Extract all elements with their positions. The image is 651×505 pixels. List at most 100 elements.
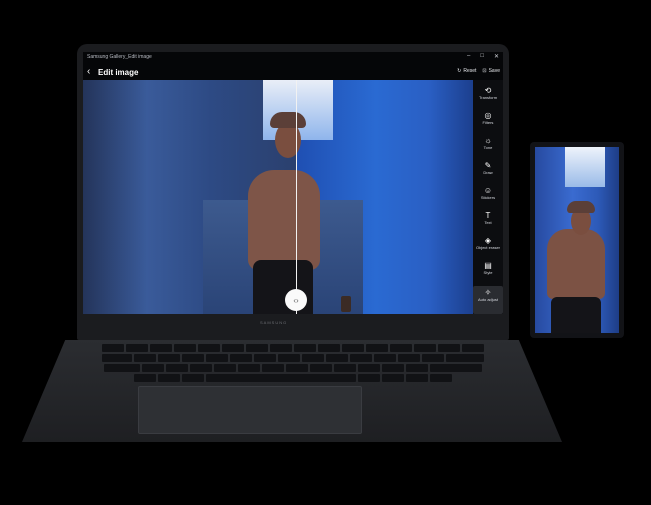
person-bag [341, 296, 351, 312]
tool-draw[interactable]: ✎ Draw [473, 161, 503, 175]
split-arrows-icon: ‹› [293, 295, 299, 305]
key [462, 344, 484, 352]
close-icon[interactable]: ✕ [494, 53, 499, 60]
key [262, 364, 284, 372]
stickers-icon: ☺ [483, 186, 493, 195]
key [142, 364, 164, 372]
key [446, 354, 484, 362]
tool-auto-adjust[interactable]: ✧ Auto adjust [473, 286, 503, 314]
keyboard [70, 344, 516, 384]
touchpad [138, 386, 362, 434]
key [342, 344, 364, 352]
tool-label: Draw [483, 170, 493, 175]
phone-person-legs [551, 297, 601, 333]
key [166, 364, 188, 372]
spacebar [206, 374, 356, 382]
reset-icon: ↻ [457, 68, 462, 74]
tool-label: Stickers [480, 195, 496, 200]
key [422, 354, 444, 362]
draw-icon: ✎ [484, 161, 492, 170]
key [430, 374, 452, 382]
reset-button[interactable]: ↻ Reset [457, 68, 476, 74]
tool-style[interactable]: ▤ Style [473, 261, 503, 275]
key [254, 354, 276, 362]
key [246, 344, 268, 352]
person-figure [248, 170, 320, 270]
tool-object-eraser[interactable]: ◈ Object eraser [473, 236, 503, 250]
key [222, 344, 244, 352]
key [318, 344, 340, 352]
window-controls: – □ ✕ [467, 53, 499, 60]
key [286, 364, 308, 372]
text-icon: T [485, 211, 491, 220]
key [238, 364, 260, 372]
key [150, 344, 172, 352]
key [406, 374, 428, 382]
tool-label: Filters [482, 120, 494, 125]
reset-label: Reset [463, 68, 477, 74]
style-icon: ▤ [484, 261, 492, 270]
keyboard-row [70, 374, 516, 382]
key [310, 364, 332, 372]
key [358, 364, 380, 372]
key [326, 354, 348, 362]
tool-tone[interactable]: ☼ Tone [473, 136, 503, 150]
keyboard-row [70, 364, 516, 372]
key [158, 374, 180, 382]
tool-label: Object eraser [475, 245, 500, 250]
key [398, 354, 420, 362]
tone-icon: ☼ [484, 136, 492, 145]
key [438, 344, 460, 352]
key [134, 374, 156, 382]
key [230, 354, 252, 362]
key [214, 364, 236, 372]
page-title: Edit image [98, 68, 139, 77]
key [182, 374, 204, 382]
image-canvas[interactable]: ‹› [83, 80, 473, 314]
maximize-icon[interactable]: □ [480, 53, 484, 60]
laptop-screen: Samsung Gallery_Edit image – □ ✕ ‹ Edit … [83, 52, 503, 314]
window-title: Samsung Gallery_Edit image [87, 54, 152, 60]
key [382, 364, 404, 372]
auto-adjust-icon: ✧ [484, 288, 492, 297]
header-actions: ↻ Reset ⊡ Save [457, 68, 500, 74]
tool-label: Style [483, 270, 493, 275]
key [382, 374, 404, 382]
key [406, 364, 428, 372]
key [390, 344, 412, 352]
person-hat [270, 112, 306, 128]
compare-split-line[interactable] [296, 80, 297, 314]
save-label: Save [488, 68, 500, 74]
transform-icon: ⟲ [484, 86, 492, 95]
key [126, 344, 148, 352]
key [190, 364, 212, 372]
key [102, 354, 132, 362]
key [302, 354, 324, 362]
tool-panel: ⟲ Transform ◎ Filters ☼ Tone ✎ Draw ☺ St… [473, 80, 503, 314]
key [158, 354, 180, 362]
key [182, 354, 204, 362]
object-eraser-icon: ◈ [484, 236, 492, 245]
keyboard-row [70, 344, 516, 352]
tool-text[interactable]: T Text [473, 211, 503, 225]
key [374, 354, 396, 362]
key [358, 374, 380, 382]
phone-sky [565, 147, 605, 187]
tool-transform[interactable]: ⟲ Transform [473, 86, 503, 100]
save-icon: ⊡ [482, 68, 487, 74]
key [270, 344, 292, 352]
compare-slider-handle[interactable]: ‹› [285, 289, 307, 311]
save-button[interactable]: ⊡ Save [482, 68, 500, 74]
key [414, 344, 436, 352]
tool-filters[interactable]: ◎ Filters [473, 111, 503, 125]
key [430, 364, 482, 372]
phone-person-figure [547, 229, 605, 299]
tool-label: Text [484, 220, 492, 225]
key [102, 344, 124, 352]
minimize-icon[interactable]: – [467, 53, 470, 60]
tool-stickers[interactable]: ☺ Stickers [473, 186, 503, 200]
back-arrow-icon[interactable]: ‹ [87, 66, 90, 77]
filters-icon: ◎ [484, 111, 492, 120]
tool-label: Auto adjust [477, 297, 498, 302]
tool-label: Transform [478, 95, 498, 100]
